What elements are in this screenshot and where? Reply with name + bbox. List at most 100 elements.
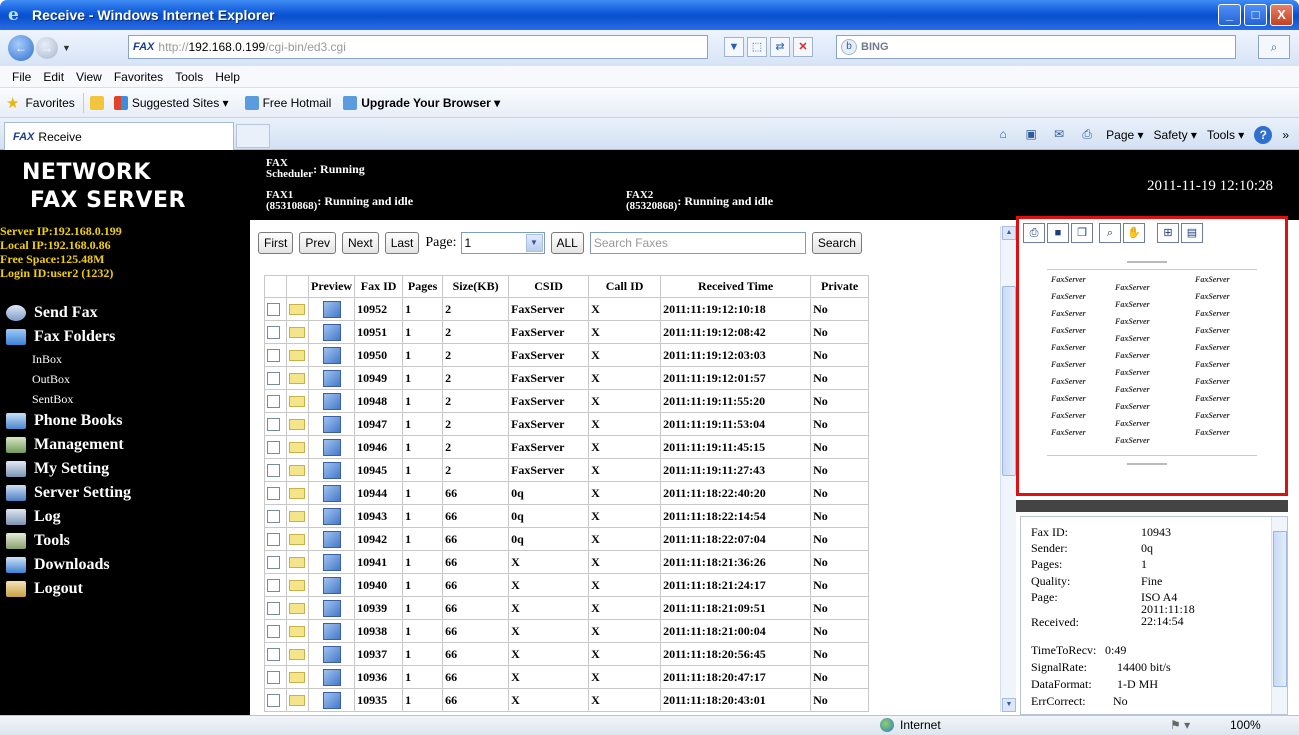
save-icon[interactable]: ■ [1047,223,1069,243]
preview-icon[interactable] [322,438,341,456]
safety-menu[interactable]: Safety ▾ [1154,128,1197,142]
table-row[interactable]: 10948 1 2 FaxServer X 2011:11:19:11:55:20 No [264,389,870,413]
table-row[interactable]: 10946 1 2 FaxServer X 2011:11:19:11:45:15 No [264,435,870,459]
table-row[interactable]: 10943 1 66 0q X 2011:11:18:22:14:54 No [264,504,870,528]
row-checkbox[interactable] [267,602,280,616]
row-checkbox[interactable] [267,648,280,662]
scroll-down-icon[interactable]: ▼ [1002,698,1016,712]
search-go-button[interactable]: ⌕ [1258,35,1290,59]
preview-icon[interactable] [322,576,341,594]
favorites-button[interactable]: Favorites [25,96,74,110]
preview-icon[interactable] [322,392,341,410]
nav-server-setting[interactable]: Server Setting [6,484,131,502]
nav-phone-books[interactable]: Phone Books [6,412,122,430]
preview-icon[interactable] [322,507,341,525]
prev-page-button[interactable]: Prev [299,232,337,254]
table-row[interactable]: 10938 1 66 X X 2011:11:18:21:00:04 No [264,619,870,643]
feeds-icon[interactable]: ▣ [1022,127,1040,143]
preview-icon[interactable] [322,622,341,640]
table-row[interactable]: 10949 1 2 FaxServer X 2011:11:19:12:01:57 No [264,366,870,390]
search-faxes-input[interactable]: Search Faxes [589,232,806,254]
menu-help[interactable]: Help [215,70,240,84]
menu-favorites[interactable]: Favorites [114,70,163,84]
last-page-button[interactable]: Last [384,232,420,254]
table-row[interactable]: 10950 1 2 FaxServer X 2011:11:19:12:03:03 No [264,343,870,367]
minimize-button[interactable]: _ [1218,4,1241,26]
preview-icon[interactable] [322,415,341,433]
scroll-up-icon[interactable]: ▲ [1002,226,1016,240]
row-checkbox[interactable] [267,303,280,317]
row-checkbox[interactable] [267,579,280,593]
preview-icon[interactable] [322,323,341,341]
nav-logout[interactable]: Logout [6,580,83,598]
first-page-button[interactable]: First [258,232,294,254]
table-row[interactable]: 10941 1 66 X X 2011:11:18:21:36:26 No [264,550,870,574]
row-checkbox[interactable] [267,395,280,409]
menu-view[interactable]: View [76,70,102,84]
preview-icon[interactable] [322,300,341,318]
table-row[interactable]: 10935 1 66 X X 2011:11:18:20:43:01 No [264,688,870,712]
table-row[interactable]: 10940 1 66 X X 2011:11:18:21:24:17 No [264,573,870,597]
table-row[interactable]: 10942 1 66 0q X 2011:11:18:22:07:04 No [264,527,870,551]
fit-page-icon[interactable]: ⊞ [1157,223,1179,243]
history-dropdown-icon[interactable]: ▼ [62,43,71,53]
preview-icon[interactable] [322,691,341,709]
nav-log[interactable]: Log [6,508,61,526]
row-checkbox[interactable] [267,464,280,478]
new-tab-button[interactable] [236,124,270,148]
row-checkbox[interactable] [267,625,280,639]
tools-menu[interactable]: Tools ▾ [1207,128,1244,142]
preview-icon[interactable] [322,461,341,479]
search-button[interactable]: Search [811,232,862,254]
row-checkbox[interactable] [267,418,280,432]
close-button[interactable]: X [1270,4,1293,26]
table-row[interactable]: 10951 1 2 FaxServer X 2011:11:19:12:08:42 No [264,320,870,344]
details-scrollbar[interactable] [1271,517,1287,714]
free-hotmail-link[interactable]: Free Hotmail [244,95,331,110]
table-row[interactable]: 10944 1 66 0q X 2011:11:18:22:40:20 No [264,481,870,505]
table-row[interactable]: 10947 1 2 FaxServer X 2011:11:19:11:53:04 No [264,412,870,436]
nav-downloads[interactable]: Downloads [6,556,110,574]
table-row[interactable]: 10936 1 66 X X 2011:11:18:20:47:17 No [264,665,870,689]
row-checkbox[interactable] [267,694,280,708]
panel-divider[interactable] [1016,500,1288,512]
nav-my-setting[interactable]: My Setting [6,460,109,478]
row-checkbox[interactable] [267,487,280,501]
help-icon[interactable]: ? [1254,126,1273,144]
preview-icon[interactable] [322,553,341,571]
preview-icon[interactable] [322,599,341,617]
protected-mode-icon[interactable]: ⚑ ▾ [1170,718,1190,732]
nav-send-fax[interactable]: Send Fax [6,304,98,322]
table-row[interactable]: 10952 1 2 FaxServer X 2011:11:19:12:10:18 No [264,297,870,321]
row-checkbox[interactable] [267,671,280,685]
nav-management[interactable]: Management [6,436,124,454]
refresh-icon[interactable]: ⇄ [770,37,790,57]
row-checkbox[interactable] [267,349,280,363]
security-zone[interactable]: Internet [880,718,941,732]
preview-icon[interactable] [322,668,341,686]
back-button[interactable]: ← [8,35,34,61]
preview-icon[interactable] [322,645,341,663]
forward-button[interactable]: → [36,37,58,59]
table-row[interactable]: 10939 1 66 X X 2011:11:18:21:09:51 No [264,596,870,620]
row-checkbox[interactable] [267,326,280,340]
fit-width-icon[interactable]: ▤ [1181,223,1203,243]
row-checkbox[interactable] [267,441,280,455]
read-mail-icon[interactable]: ✉ [1050,127,1068,143]
suggested-sites-link[interactable]: Suggested Sites ▾ [113,95,229,110]
preview-icon[interactable] [322,369,341,387]
upgrade-browser-link[interactable]: Upgrade Your Browser ▾ [343,95,500,110]
table-row[interactable]: 10937 1 66 X X 2011:11:18:20:56:45 No [264,642,870,666]
preview-icon[interactable] [322,484,341,502]
menu-edit[interactable]: Edit [43,70,64,84]
details-scroll-thumb[interactable] [1273,531,1287,687]
preview-icon[interactable] [322,346,341,364]
scroll-thumb[interactable] [1002,286,1016,476]
row-checkbox[interactable] [267,556,280,570]
row-checkbox[interactable] [267,372,280,386]
maximize-button[interactable]: □ [1244,4,1267,26]
hand-icon[interactable]: ✋ [1123,223,1145,243]
tab-receive[interactable]: FAX Receive [4,122,234,150]
next-page-button[interactable]: Next [342,232,379,254]
nav-outbox[interactable]: OutBox [32,372,70,387]
